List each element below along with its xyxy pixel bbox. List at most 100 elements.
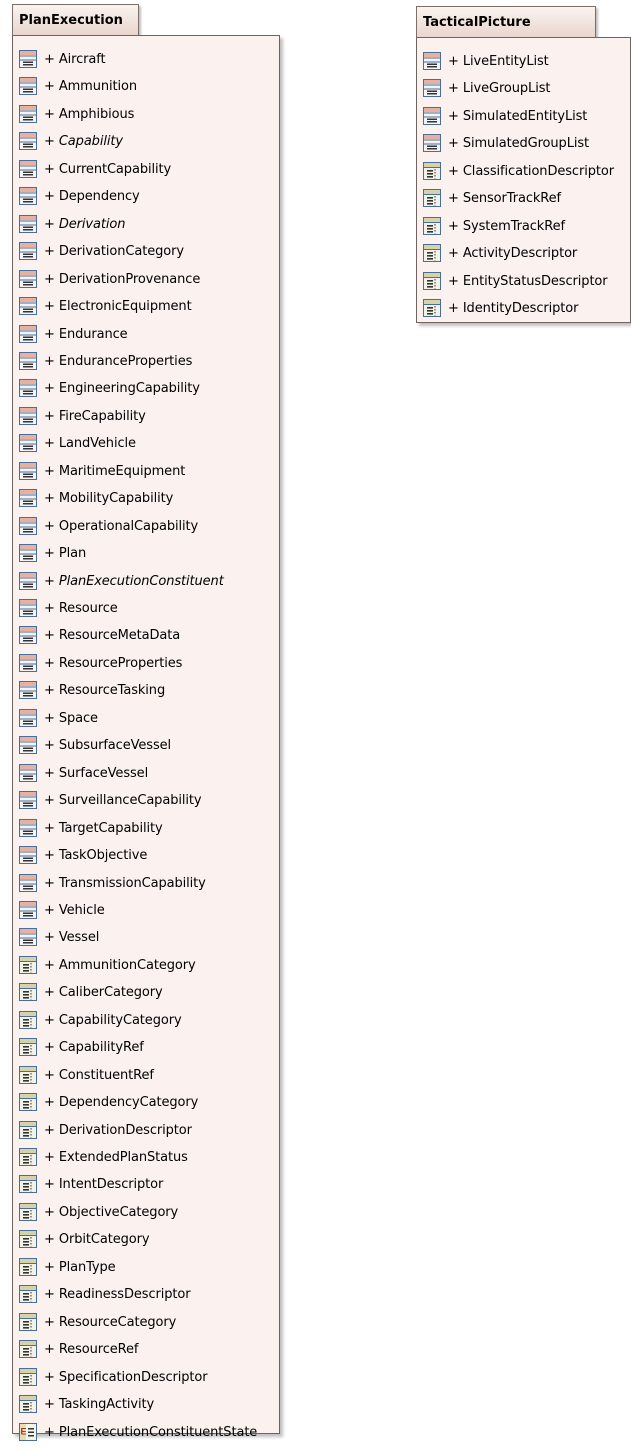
element-label: + SurfaceVessel [44,765,149,781]
package-element[interactable]: E + PlanExecutionConstituentState [13,1419,279,1446]
package-body-tactical-picture[interactable]: + LiveEntityList + LiveGroupList + Simulat… [416,37,631,323]
package-element[interactable]: + Vehicle [13,897,279,924]
element-label: + PlanExecutionConstituent [44,573,224,589]
package-element[interactable]: + CapabilityRef [13,1034,279,1061]
element-label: + ActivityDescriptor [448,246,578,262]
element-label: + ResourceRef [44,1342,139,1358]
package-element[interactable]: + CaliberCategory [13,979,279,1006]
package-element[interactable]: + CapabilityCategory [13,1007,279,1034]
package-element[interactable]: + ResourceProperties [13,650,279,677]
package-element[interactable]: + OperationalCapability [13,513,279,540]
package-element[interactable]: + ActivityDescriptor [417,240,630,267]
element-label: + SubsurfaceVessel [44,738,172,754]
package-element[interactable]: + IdentityDescriptor [417,295,630,322]
package-element[interactable]: + ElectronicEquipment [13,293,279,320]
package-element[interactable]: + LiveEntityList [417,48,630,75]
class-icon [18,763,38,783]
class-icon [18,571,38,591]
package-body-plan-execution[interactable]: + Aircraft + Ammunition + Amphibious + Capa… [12,35,280,1441]
package-element[interactable]: + Aircraft [13,46,279,73]
package-element[interactable]: + Vessel [13,924,279,951]
class-icon [18,818,38,838]
package-element[interactable]: + TargetCapability [13,815,279,842]
datatype-icon [18,1174,38,1194]
package-element[interactable]: + DerivationProvenance [13,266,279,293]
class-icon [18,598,38,618]
class-icon [18,433,38,453]
package-element[interactable]: + SimulatedGroupList [417,130,630,157]
element-label: + ElectronicEquipment [44,299,192,315]
package-element[interactable]: + Dependency [13,183,279,210]
package-element[interactable]: + TaskObjective [13,842,279,869]
package-element[interactable]: + DerivationCategory [13,238,279,265]
package-element[interactable]: + SurveillanceCapability [13,787,279,814]
package-element[interactable]: + Ammunition [13,73,279,100]
package-tab-plan-execution[interactable]: PlanExecution [12,4,139,35]
package-element[interactable]: + ResourceTasking [13,677,279,704]
datatype-icon [18,1120,38,1140]
package-element[interactable]: + SurfaceVessel [13,760,279,787]
package-element[interactable]: + Resource [13,595,279,622]
class-icon [18,269,38,289]
package-element[interactable]: + SimulatedEntityList [417,103,630,130]
package-element[interactable]: + FireCapability [13,403,279,430]
package-element[interactable]: + TaskingActivity [13,1391,279,1418]
package-element[interactable]: + MaritimeEquipment [13,458,279,485]
package-element[interactable]: + Capability [13,128,279,155]
package-element[interactable]: + Space [13,705,279,732]
element-label: + CapabilityCategory [44,1012,182,1028]
package-title: TacticalPicture [423,15,531,30]
package-element[interactable]: + MobilityCapability [13,485,279,512]
datatype-icon [422,298,442,318]
element-label: + Capability [44,134,123,150]
package-element[interactable]: + SubsurfaceVessel [13,732,279,759]
package-element[interactable]: + Derivation [13,211,279,238]
package-element[interactable]: + IntentDescriptor [13,1171,279,1198]
package-element[interactable]: + SystemTrackRef [417,213,630,240]
package-element[interactable]: + Amphibious [13,101,279,128]
package-element[interactable]: + Endurance [13,321,279,348]
package-element[interactable]: + ResourceCategory [13,1309,279,1336]
class-icon [18,790,38,810]
package-element[interactable]: + OrbitCategory [13,1226,279,1253]
package-element[interactable]: + DerivationDescriptor [13,1117,279,1144]
package-element[interactable]: + CurrentCapability [13,156,279,183]
class-icon [18,159,38,179]
package-element[interactable]: + ExtendedPlanStatus [13,1144,279,1171]
element-label: + CurrentCapability [44,161,172,177]
package-element[interactable]: + ReadinessDescriptor [13,1281,279,1308]
datatype-icon [422,243,442,263]
package-element[interactable]: + ObjectiveCategory [13,1199,279,1226]
package-element[interactable]: + LandVehicle [13,430,279,457]
datatype-icon [18,1312,38,1332]
element-label: + Amphibious [44,106,135,122]
datatype-icon [18,1010,38,1030]
datatype-icon [422,188,442,208]
package-element[interactable]: + ConstituentRef [13,1062,279,1089]
package-element[interactable]: + ResourceMetaData [13,622,279,649]
datatype-icon [18,1092,38,1112]
package-element[interactable]: + LiveGroupList [417,75,630,102]
package-element[interactable]: + PlanType [13,1254,279,1281]
package-element[interactable]: + EnduranceProperties [13,348,279,375]
element-label: + SystemTrackRef [448,218,565,234]
package-element[interactable]: + Plan [13,540,279,567]
class-icon [18,516,38,536]
class-icon [18,324,38,344]
package-tab-tactical-picture[interactable]: TacticalPicture [416,6,596,37]
class-icon [18,241,38,261]
class-icon [18,873,38,893]
package-element[interactable]: + SensorTrackRef [417,185,630,212]
package-element[interactable]: + SpecificationDescriptor [13,1364,279,1391]
element-label: + SimulatedGroupList [448,136,590,152]
package-element[interactable]: + EngineeringCapability [13,375,279,402]
package-element[interactable]: + EntityStatusDescriptor [417,268,630,295]
element-label: + OperationalCapability [44,518,199,534]
package-element[interactable]: + TransmissionCapability [13,870,279,897]
package-element[interactable]: + PlanExecutionConstituent [13,568,279,595]
element-label: + SpecificationDescriptor [44,1369,208,1385]
package-element[interactable]: + DependencyCategory [13,1089,279,1116]
package-element[interactable]: + ClassificationDescriptor [417,158,630,185]
package-element[interactable]: + AmmunitionCategory [13,952,279,979]
package-element[interactable]: + ResourceRef [13,1336,279,1363]
